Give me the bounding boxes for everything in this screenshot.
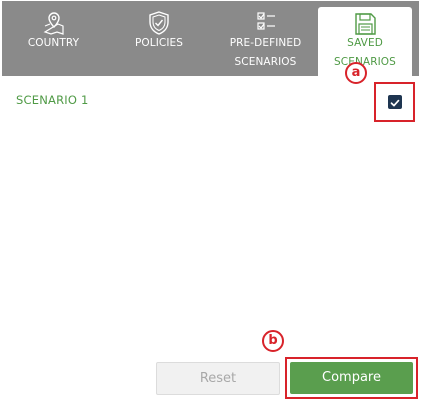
tab-saved-line1: SAVED bbox=[347, 37, 383, 49]
map-pin-icon bbox=[43, 12, 64, 35]
shield-check-icon bbox=[149, 11, 169, 35]
tab-predefined-line2: SCENARIOS bbox=[234, 56, 297, 68]
tab-predefined-line1: PRE-DEFINED bbox=[229, 37, 302, 49]
checklist-icon bbox=[256, 12, 275, 30]
compare-button[interactable]: Compare bbox=[290, 362, 413, 394]
tab-policies-label: POLICIES bbox=[134, 37, 184, 49]
tab-country-label: COUNTRY bbox=[27, 37, 80, 49]
tab-predefined-scenarios[interactable]: PRE-DEFINED SCENARIOS bbox=[213, 1, 318, 76]
annotation-marker-a: a bbox=[345, 62, 367, 84]
annotation-marker-b: b bbox=[262, 330, 284, 352]
scenario-name: SCENARIO 1 bbox=[16, 93, 89, 107]
scenario-checkbox[interactable] bbox=[388, 95, 402, 109]
reset-button[interactable]: Reset bbox=[156, 362, 280, 395]
tab-country[interactable]: COUNTRY bbox=[2, 1, 105, 76]
checkmark-icon bbox=[390, 99, 400, 107]
tab-predefined-scenarios-label: PRE-DEFINED SCENARIOS bbox=[213, 34, 318, 72]
list-item[interactable]: SCENARIO 1 bbox=[16, 91, 416, 113]
tab-policies[interactable]: POLICIES bbox=[105, 1, 213, 76]
